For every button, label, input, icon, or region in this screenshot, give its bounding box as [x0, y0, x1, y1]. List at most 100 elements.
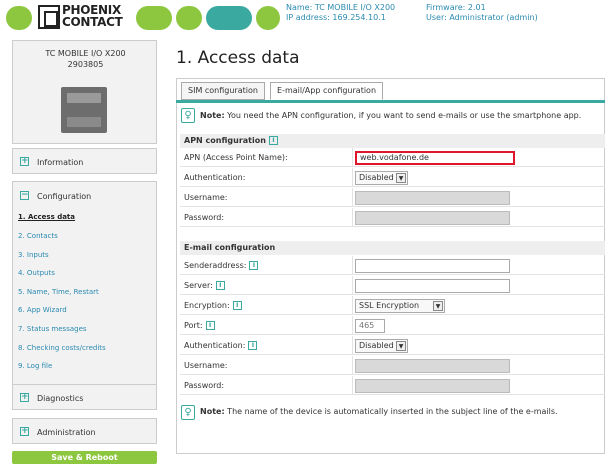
diagnostics-label: Diagnostics: [37, 394, 84, 403]
apn-username-input[interactable]: [355, 191, 510, 205]
port-label: Port: i: [184, 321, 215, 330]
row-apn: APN (Access Point Name): web.vodafone.de: [180, 148, 605, 167]
email-auth-select[interactable]: Disabled ▼: [355, 339, 408, 353]
email-heading: E-mail configuration: [184, 243, 276, 252]
server-input[interactable]: [355, 279, 510, 293]
lightbulb-icon: ♀: [181, 108, 195, 123]
sender-label-text: Senderaddress:: [184, 261, 247, 270]
menu-item-log-file[interactable]: 9. Log file: [18, 362, 52, 370]
note-text: The name of the device is automatically …: [224, 407, 558, 416]
col-divider: [352, 208, 353, 227]
col-divider: [352, 356, 353, 375]
sender-label: Senderaddress: i: [184, 261, 259, 270]
row-apn-username: Username:: [180, 188, 605, 207]
expand-icon[interactable]: +: [20, 427, 29, 436]
col-divider: [352, 336, 353, 355]
encryption-select[interactable]: SSL Encryption ▼: [355, 299, 445, 313]
info-icon[interactable]: i: [248, 341, 258, 350]
email-auth-value: Disabled: [359, 341, 394, 350]
header-pill-teal: [206, 6, 252, 30]
menu-item-contacts[interactable]: 2. Contacts: [18, 232, 58, 240]
apn-auth-label: Authentication:: [184, 173, 246, 182]
apn-input[interactable]: web.vodafone.de: [355, 151, 515, 165]
row-port: Port: i 465: [180, 316, 605, 335]
menu-item-app-wizard[interactable]: 6. App Wizard: [18, 306, 67, 314]
save-reboot-button[interactable]: Save & Reboot: [12, 451, 157, 464]
row-apn-auth: Authentication: Disabled ▼: [180, 168, 605, 187]
encryption-label-text: Encryption:: [184, 301, 230, 310]
email-password-label: Password:: [184, 381, 225, 390]
row-server: Server: i: [180, 276, 605, 295]
info-icon[interactable]: i: [249, 261, 259, 270]
sidebar-section-diagnostics[interactable]: + Diagnostics: [12, 384, 157, 410]
phoenix-logo-icon: [38, 5, 60, 29]
col-divider: [352, 296, 353, 315]
lightbulb-icon: ♀: [181, 405, 195, 420]
row-sender: Senderaddress: i: [180, 256, 605, 275]
apn-username-label: Username:: [184, 193, 228, 202]
server-label: Server: i: [184, 281, 225, 290]
apn-auth-select[interactable]: Disabled ▼: [355, 171, 408, 185]
sidebar-section-administration[interactable]: + Administration: [12, 418, 157, 444]
menu-item-outputs[interactable]: 4. Outputs: [18, 269, 55, 277]
apn-section-header: APN configuration i: [180, 134, 605, 148]
col-divider: [352, 276, 353, 295]
encryption-value: SSL Encryption: [359, 301, 420, 310]
menu-item-inputs[interactable]: 3. Inputs: [18, 251, 49, 259]
col-divider: [352, 148, 353, 167]
port-input[interactable]: 465: [355, 319, 385, 333]
email-username-label: Username:: [184, 361, 228, 370]
header: PHOENIX CONTACT Name: TC MOBILE I/O X200…: [0, 0, 605, 34]
tab-sim-configuration[interactable]: SIM configuration: [181, 82, 265, 100]
apn-auth-value: Disabled: [359, 173, 394, 182]
note-subject: Note: The name of the device is automati…: [200, 407, 558, 416]
email-password-input[interactable]: [355, 379, 510, 393]
col-divider: [352, 168, 353, 187]
menu-item-name-time-restart[interactable]: 5. Name, Time, Restart: [18, 288, 99, 296]
page-title: 1. Access data: [176, 48, 300, 68]
user-line: User: Administrator (admin): [426, 13, 538, 22]
chevron-down-icon: ▼: [433, 301, 443, 311]
note-label: Note:: [200, 407, 225, 416]
firmware-line: Firmware: 2.01: [426, 3, 486, 12]
device-number: 2903805: [67, 60, 104, 69]
col-divider: [352, 376, 353, 395]
header-pill-green-2: [136, 6, 172, 30]
info-icon[interactable]: i: [215, 281, 225, 290]
info-icon[interactable]: i: [232, 301, 242, 310]
info-icon[interactable]: i: [205, 321, 215, 330]
logo-text: PHOENIX CONTACT: [62, 3, 123, 29]
menu-item-status-messages[interactable]: 7. Status messages: [18, 325, 87, 333]
tab-email-app-configuration[interactable]: E-mail/App configuration: [270, 82, 384, 100]
row-email-password: Password:: [180, 376, 605, 395]
header-pill-green-4: [256, 6, 280, 30]
encryption-label: Encryption: i: [184, 301, 242, 310]
row-apn-password: Password:: [180, 208, 605, 227]
apn-password-input[interactable]: [355, 211, 510, 225]
row-email-username: Username:: [180, 356, 605, 375]
ip-address-line: IP address: 169.254.10.1: [286, 13, 386, 22]
device-name-line: Name: TC MOBILE I/O X200: [286, 3, 396, 12]
information-label: Information: [37, 158, 84, 167]
note-apn: Note: You need the APN configuration, if…: [200, 111, 581, 120]
expand-icon[interactable]: +: [20, 393, 29, 402]
device-name: TC MOBILE I/O X200: [45, 49, 126, 58]
tab-underline: [176, 100, 605, 103]
menu-item-access-data[interactable]: 1. Access data: [18, 213, 75, 221]
header-pill-green-3: [176, 6, 202, 30]
col-divider: [352, 256, 353, 275]
row-encryption: Encryption: i SSL Encryption ▼: [180, 296, 605, 315]
apn-password-label: Password:: [184, 213, 225, 222]
tab-bar: SIM configuration E-mail/App configurati…: [176, 78, 605, 100]
expand-icon[interactable]: +: [20, 157, 29, 166]
note-text: You need the APN configuration, if you w…: [224, 111, 582, 120]
menu-item-checking-costs[interactable]: 8. Checking costs/credits: [18, 344, 106, 352]
collapse-icon[interactable]: −: [20, 191, 29, 200]
port-label-text: Port:: [184, 321, 203, 330]
sidebar-section-information[interactable]: + Information: [12, 148, 157, 174]
sender-address-input[interactable]: [355, 259, 510, 273]
server-label-text: Server:: [184, 281, 213, 290]
row-email-auth: Authentication: i Disabled ▼: [180, 336, 605, 355]
email-username-input[interactable]: [355, 359, 510, 373]
info-icon[interactable]: i: [268, 136, 278, 145]
